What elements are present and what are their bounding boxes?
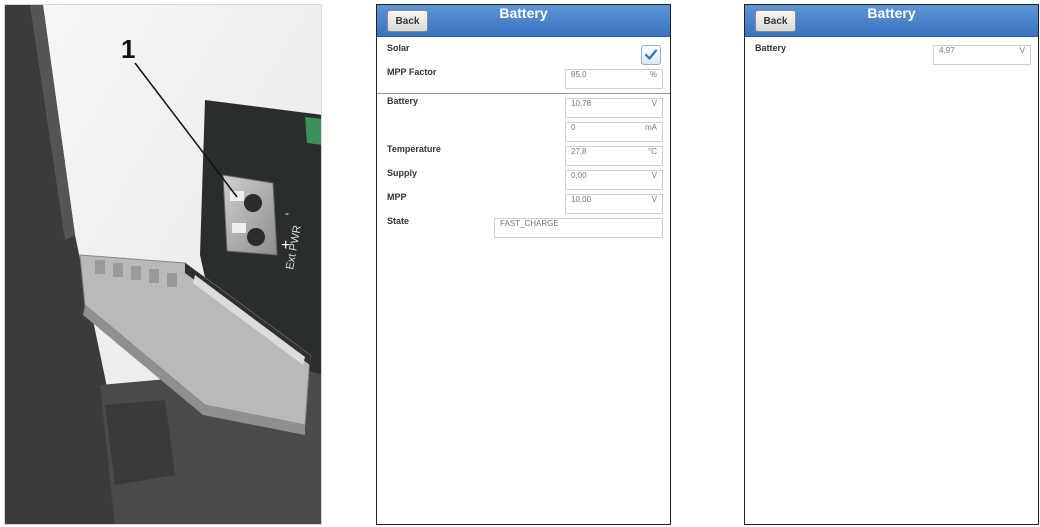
- battery-voltage-unit: V: [651, 99, 657, 108]
- state-field[interactable]: FAST_CHARGE: [494, 218, 663, 238]
- mpp-factor-value: 85,0: [571, 70, 587, 79]
- row-battery-voltage: Battery 10,78 V: [377, 96, 670, 120]
- svg-text:+: +: [281, 237, 290, 254]
- back-button[interactable]: Back: [755, 10, 796, 32]
- supply-value: 0,00: [571, 171, 587, 180]
- row-mpp-factor: MPP Factor 85,0 %: [377, 67, 670, 91]
- svg-text:-: -: [285, 206, 289, 220]
- row-temperature: Temperature 27,8 °C: [377, 144, 670, 168]
- checkmark-icon: [644, 49, 658, 60]
- mpp-factor-unit: %: [649, 70, 657, 79]
- title-bar: Back Battery: [377, 5, 670, 37]
- device-photo: Ext PWR + - 1: [4, 4, 322, 525]
- supply-unit: V: [651, 171, 657, 180]
- supply-field[interactable]: 0,00 V: [565, 170, 663, 190]
- mpp-unit: V: [651, 195, 657, 204]
- mpp-factor-field[interactable]: 85,0 %: [565, 69, 663, 89]
- temperature-unit: °C: [648, 147, 657, 156]
- row-battery-current: 0 mA: [377, 120, 670, 144]
- battery-current-field[interactable]: 0 mA: [565, 122, 663, 142]
- battery-voltage-field[interactable]: 10,78 V: [565, 98, 663, 118]
- screen-title: Battery: [499, 5, 548, 21]
- temperature-field[interactable]: 27,8 °C: [565, 146, 663, 166]
- mpp-label: MPP: [387, 192, 407, 202]
- row-battery-voltage: Battery 4,97 V: [745, 43, 1038, 67]
- row-mpp: MPP 10,00 V: [377, 192, 670, 216]
- row-solar: Solar: [377, 43, 670, 67]
- callout-number: 1: [121, 34, 136, 64]
- state-label: State: [387, 216, 410, 226]
- temperature-label: Temperature: [387, 144, 441, 154]
- device-photo-drawing: Ext PWR + -: [5, 5, 321, 524]
- row-state: State FAST_CHARGE: [377, 216, 670, 240]
- power-terminal: [222, 174, 278, 256]
- battery-screen-solar: Back Battery Solar MPP Factor 85,0 % Bat…: [376, 4, 671, 525]
- title-bar: Back Battery: [745, 5, 1038, 37]
- back-button[interactable]: Back: [387, 10, 428, 32]
- state-value: FAST_CHARGE: [500, 219, 559, 228]
- battery-voltage-field[interactable]: 4,97 V: [933, 45, 1031, 65]
- row-supply: Supply 0,00 V: [377, 168, 670, 192]
- temperature-value: 27,8: [571, 147, 587, 156]
- mpp-field[interactable]: 10,00 V: [565, 194, 663, 214]
- mpp-factor-label: MPP Factor: [387, 67, 437, 77]
- battery-voltage-value: 10,78: [571, 99, 592, 108]
- screen-title: Battery: [867, 5, 916, 21]
- supply-label: Supply: [387, 168, 418, 178]
- solar-checkbox[interactable]: [641, 45, 661, 65]
- battery-voltage-value: 4,97: [939, 46, 955, 55]
- battery-current-value: 0: [571, 123, 576, 132]
- section-divider: [377, 93, 670, 94]
- battery-label: Battery: [387, 96, 419, 106]
- battery-voltage-unit: V: [1019, 46, 1025, 55]
- mpp-value: 10,00: [571, 195, 592, 204]
- battery-label: Battery: [755, 43, 787, 53]
- solar-label: Solar: [387, 43, 410, 53]
- battery-screen-basic: Back Battery Battery 4,97 V: [744, 4, 1039, 525]
- battery-current-unit: mA: [645, 123, 657, 132]
